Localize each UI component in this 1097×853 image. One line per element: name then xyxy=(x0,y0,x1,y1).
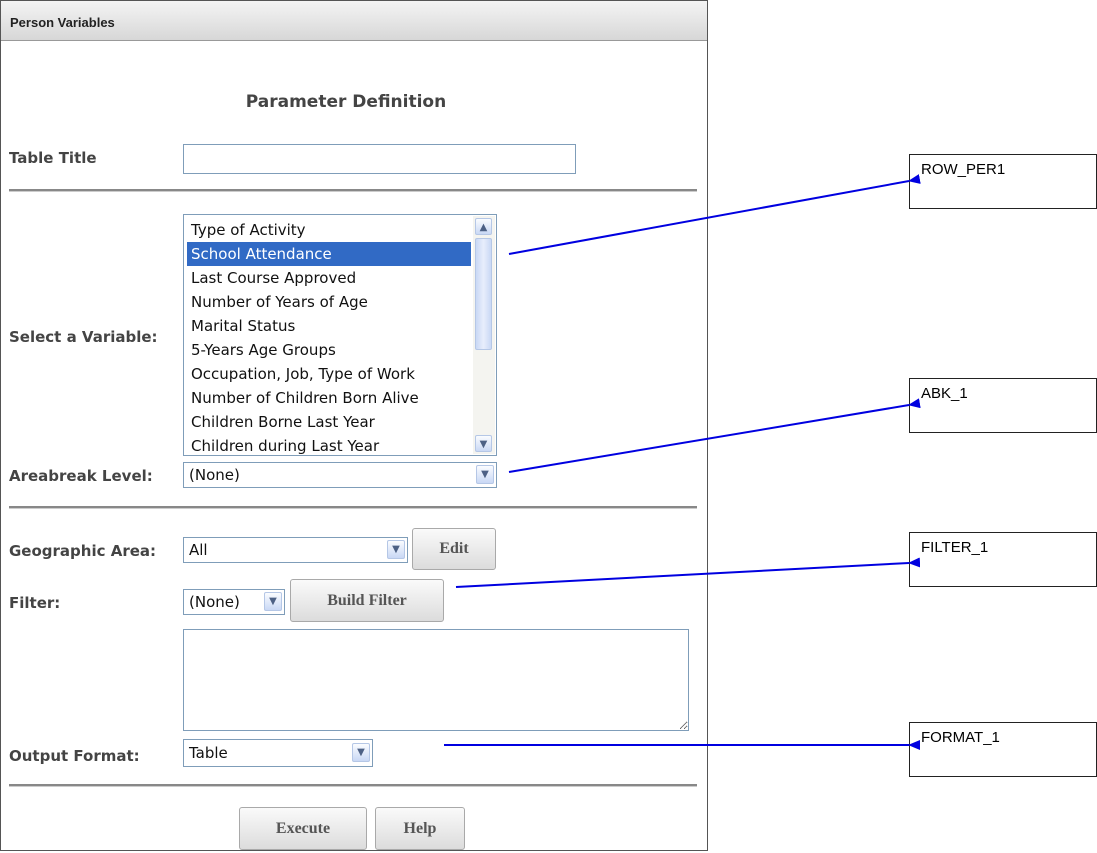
annotation-arrows xyxy=(444,174,921,750)
arrow-row-per1 xyxy=(508,174,921,255)
arrow-abk-1 xyxy=(508,398,921,473)
arrow-filter-1 xyxy=(455,557,921,588)
